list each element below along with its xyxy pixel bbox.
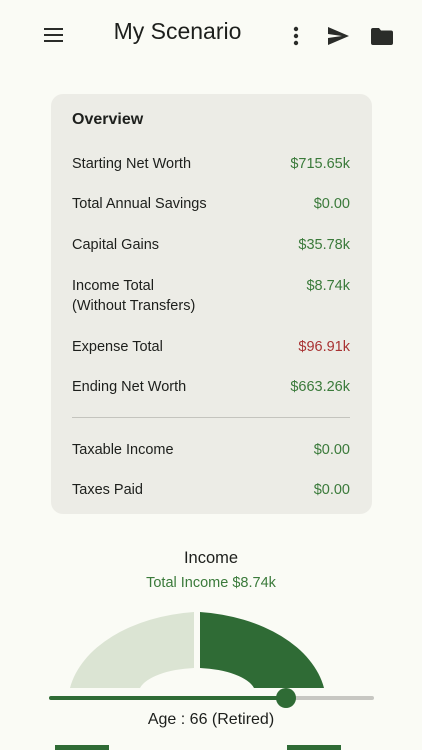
folder-icon [371, 27, 393, 45]
row-value: $0.00 [313, 196, 350, 212]
row-label: Expense Total [72, 339, 163, 355]
send-button[interactable] [324, 22, 352, 50]
divider [72, 417, 350, 418]
folder-button[interactable] [367, 22, 397, 50]
menu-button[interactable] [38, 20, 70, 50]
row-label: Total Annual Savings [72, 196, 207, 212]
app-bar: My Scenario [0, 0, 422, 70]
row-value: $0.00 [313, 442, 350, 458]
row-label-block: Income Total (Without Transfers) [72, 276, 195, 316]
income-total-row: Income Total (Without Transfers) $8.74k [72, 276, 350, 318]
row-label: Taxable Income [72, 442, 174, 458]
row-value: $715.65k [290, 156, 350, 172]
overview-title: Overview [72, 111, 144, 128]
row-value: $96.91k [298, 339, 350, 355]
total-income-subtitle: Total Income $8.74k [146, 575, 276, 591]
income-title: Income [183, 549, 239, 567]
row-label: Taxes Paid [72, 482, 143, 498]
row-label-secondary: (Without Transfers) [72, 298, 196, 314]
row-label: Starting Net Worth [72, 156, 192, 172]
gauge-segment-right [200, 612, 324, 688]
bottom-button-right[interactable] [287, 745, 341, 750]
more-options-button[interactable] [284, 22, 308, 50]
row-value: $0.00 [313, 482, 350, 498]
age-label: Age : 66 (Retired) [147, 711, 275, 728]
income-gauge [49, 612, 374, 708]
row-label: Income Total [72, 278, 154, 294]
row-value: $8.74k [306, 278, 350, 294]
bottom-button-left[interactable] [55, 745, 109, 750]
send-icon [327, 27, 349, 45]
row-value: $35.78k [298, 237, 350, 253]
vertical-dots-icon [293, 26, 299, 46]
row-value: $663.26k [290, 379, 350, 395]
overview-card: Overview Starting Net Worth $715.65k Tot… [51, 94, 372, 514]
age-slider-thumb[interactable] [276, 688, 296, 708]
row-label: Capital Gains [72, 237, 160, 253]
page-title: My Scenario [113, 18, 242, 44]
gauge-segment-left [70, 612, 194, 688]
hamburger-menu-icon [44, 28, 63, 42]
row-label: Ending Net Worth [72, 379, 187, 395]
